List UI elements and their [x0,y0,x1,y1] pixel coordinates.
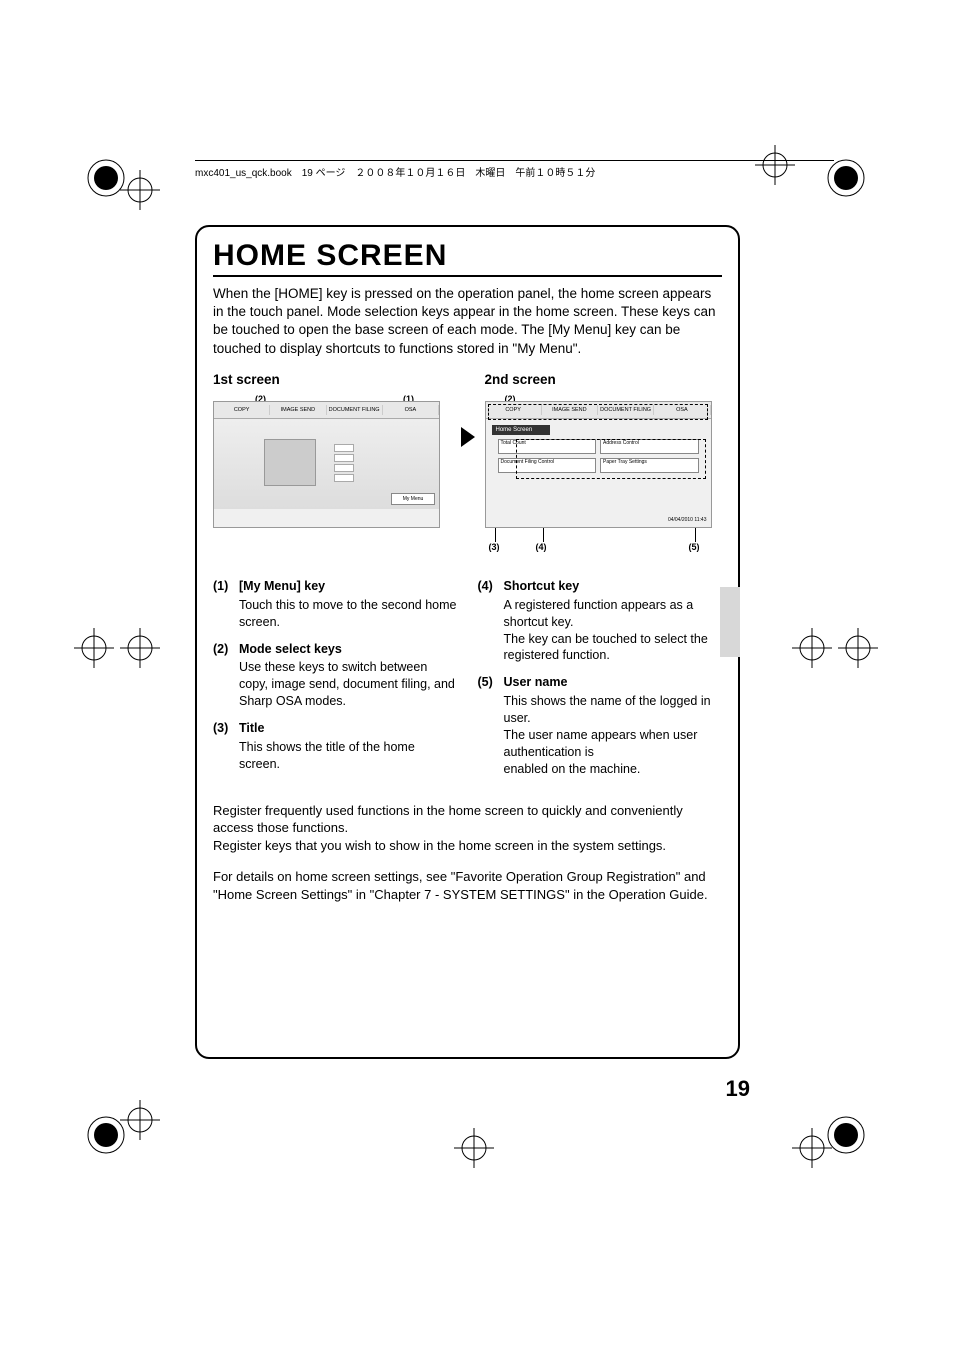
screen1-label: 1st screen [213,372,451,387]
desc-title: Mode select keys [239,641,458,658]
desc-num: (3) [213,720,239,773]
desc-text: This shows the name of the logged in use… [504,693,723,777]
desc-body: Title This shows the title of the home sc… [239,720,458,773]
desc-text: This shows the title of the home screen. [239,739,458,773]
my-menu-button[interactable]: My Menu [391,493,435,505]
mode-keys-outline [488,404,708,420]
desc-column-left: (1)[My Menu] key Touch this to move to th… [213,578,458,788]
shortcuts-outline [516,439,706,479]
crosshair-icon [120,1100,160,1140]
desc-item: (5)User name This shows the name of the l… [478,674,723,777]
bottom-paragraph-2: For details on home screen settings, see… [213,868,722,903]
desc-num: (4) [478,578,504,664]
content-frame: HOME SCREEN When the [HOME] key is press… [195,225,740,1059]
tab-image-send[interactable]: IMAGE SEND [270,405,326,415]
screen2-label: 2nd screen [485,372,723,387]
desc-body: Shortcut key A registered function appear… [504,578,723,664]
timestamp: 04/04/2010 11:43 [668,517,707,523]
desc-text: Use these keys to switch between copy, i… [239,659,458,710]
paper-tray-icon [334,444,354,484]
callout-3: (3) [489,542,500,552]
desc-title: User name [504,674,723,691]
tab-doc-filing[interactable]: DOCUMENT FILING [327,405,383,415]
desc-body: Mode select keysUse these keys to switch… [239,641,458,711]
bottom-paragraph-1: Register frequently used functions in th… [213,802,722,855]
intro-paragraph: When the [HOME] key is pressed on the op… [213,285,722,358]
desc-item: (3)Title This shows the title of the home… [213,720,458,773]
side-tab [720,587,740,657]
crosshair-icon [454,1128,494,1168]
screen1-panel: COPY IMAGE SEND DOCUMENT FILING OSA My M… [213,401,440,528]
crosshair-icon [838,628,878,668]
document-header: mxc401_us_qck.book 19 ページ ２００８年１０月１６日 木曜… [195,160,834,179]
desc-item: (1)[My Menu] key Touch this to move to th… [213,578,458,631]
desc-num: (1) [213,578,239,631]
crosshair-icon [74,628,114,668]
desc-column-right: (4)Shortcut key A registered function app… [478,578,723,788]
crosshair-icon [792,1128,832,1168]
desc-body: [My Menu] key Touch this to move to the s… [239,578,458,631]
screen2-panel: COPY IMAGE SEND DOCUMENT FILING OSA Home… [485,401,712,528]
desc-text: A registered function appears as a short… [504,597,723,665]
page-number: 19 [726,1076,750,1102]
mode-tabs: COPY IMAGE SEND DOCUMENT FILING OSA [214,402,439,419]
callout-4: (4) [536,542,547,552]
tab-osa[interactable]: OSA [383,405,439,415]
page-title: HOME SCREEN [213,239,722,277]
desc-body: User name This shows the name of the logg… [504,674,723,777]
desc-item: (4)Shortcut key A registered function app… [478,578,723,664]
crosshair-icon [120,170,160,210]
tab-copy[interactable]: COPY [214,405,270,415]
home-title-bar: Home Screen [492,425,550,435]
arrow-right-icon [461,427,475,447]
desc-title: Title [239,720,458,737]
desc-num: (5) [478,674,504,777]
desc-title: [My Menu] key [239,578,458,595]
crosshair-icon [120,628,160,668]
desc-item: (2)Mode select keysUse these keys to swi… [213,641,458,711]
printer-icon [264,439,316,486]
crosshair-icon [792,628,832,668]
desc-text: Touch this to move to the second home sc… [239,597,458,631]
desc-title: Shortcut key [504,578,723,595]
callout-5: (5) [689,542,700,552]
desc-num: (2) [213,641,239,711]
